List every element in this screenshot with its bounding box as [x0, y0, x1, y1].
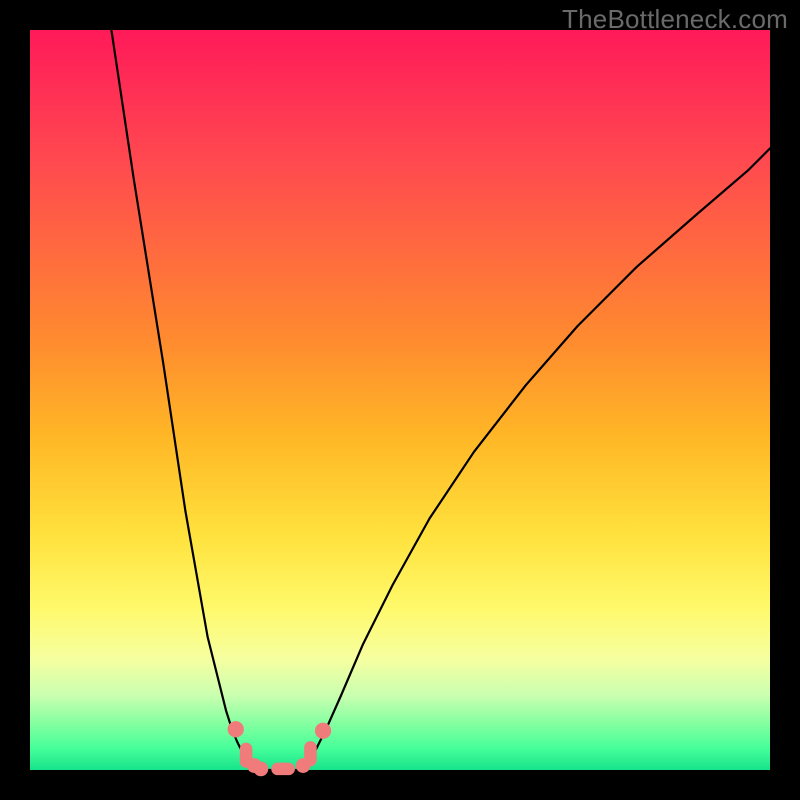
marker-pill	[304, 741, 317, 766]
marker-dot	[315, 723, 331, 739]
curve-right-branch	[302, 148, 770, 769]
plot-area	[30, 30, 770, 770]
chart-frame: TheBottleneck.com	[0, 0, 800, 800]
plot-svg	[30, 30, 770, 770]
curve-left-branch	[111, 30, 255, 770]
curve-markers	[228, 721, 332, 776]
marker-dot	[253, 761, 268, 776]
marker-pill	[271, 763, 295, 776]
marker-dot	[228, 721, 244, 737]
